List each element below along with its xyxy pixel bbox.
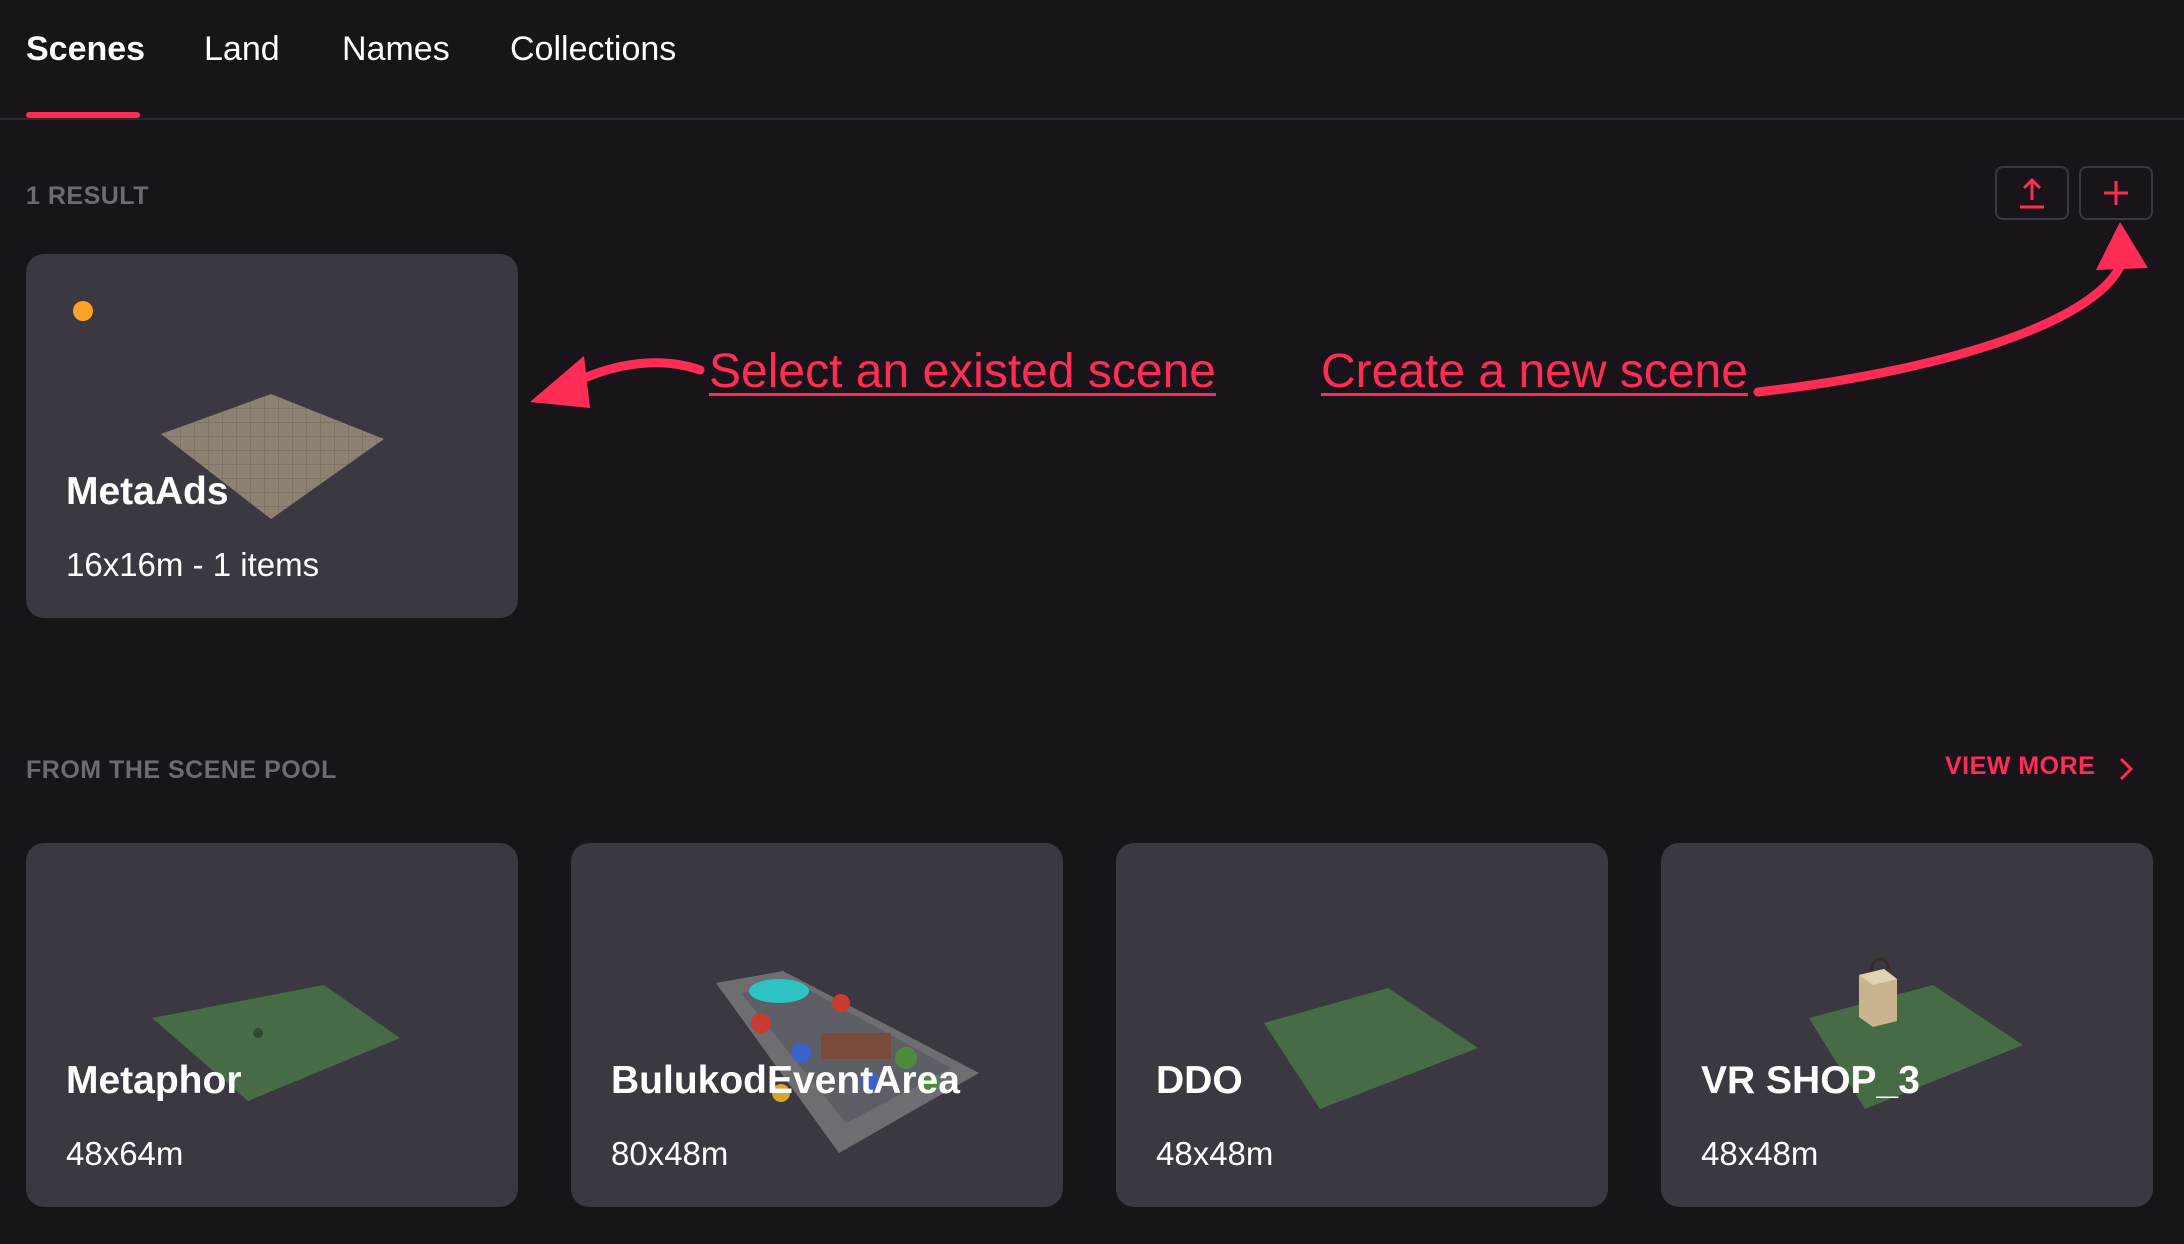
- pool-card-bulukodeventarea[interactable]: BulukodEventArea 80x48m: [571, 843, 1063, 1207]
- active-tab-indicator: [26, 112, 140, 118]
- scene-title: Metaphor: [66, 1059, 242, 1102]
- scene-pool-label: FROM THE SCENE POOL: [26, 756, 337, 784]
- upload-icon: [2020, 177, 2044, 209]
- scene-subtitle: 16x16m - 1 items: [66, 546, 320, 583]
- plus-icon: [2104, 181, 2128, 205]
- tab-scenes[interactable]: Scenes: [26, 30, 145, 69]
- scene-subtitle: 48x48m: [1701, 1135, 1819, 1172]
- arrow-to-card-head: [530, 356, 590, 408]
- scene-title: DDO: [1156, 1059, 1243, 1102]
- tab-collections[interactable]: Collections: [510, 30, 676, 69]
- scene-title: BulukodEventArea: [611, 1059, 960, 1102]
- chevron-right-icon[interactable]: [2118, 756, 2134, 782]
- view-more-link[interactable]: VIEW MORE: [1945, 752, 2095, 781]
- scene-title: MetaAds: [66, 470, 229, 513]
- arrow-to-plus: [1753, 257, 2127, 397]
- annotation-select-scene: Select an existed scene: [709, 345, 1216, 398]
- pool-card-ddo[interactable]: DDO 48x48m: [1116, 843, 1608, 1207]
- scene-card-metaads[interactable]: MetaAds 16x16m - 1 items: [26, 254, 518, 618]
- scene-title: VR SHOP_3: [1701, 1059, 1920, 1102]
- pool-card-metaphor[interactable]: Metaphor 48x64m: [26, 843, 518, 1207]
- tab-bar: Scenes Land Names Collections: [0, 0, 2184, 120]
- pool-card-vr-shop-3[interactable]: VR SHOP_3 48x48m: [1661, 843, 2153, 1207]
- upload-scene-button[interactable]: [1995, 166, 2069, 220]
- tab-land[interactable]: Land: [204, 30, 280, 69]
- result-count: 1 RESULT: [26, 182, 149, 210]
- arrow-to-plus-head: [2096, 222, 2148, 270]
- create-scene-button[interactable]: [2079, 166, 2153, 220]
- annotation-create-scene: Create a new scene: [1321, 345, 1748, 398]
- tab-names[interactable]: Names: [342, 30, 450, 69]
- status-dot: [73, 301, 93, 321]
- scene-subtitle: 48x64m: [66, 1135, 184, 1172]
- scene-subtitle: 48x48m: [1156, 1135, 1274, 1172]
- scene-subtitle: 80x48m: [611, 1135, 729, 1172]
- arrow-to-card: [575, 358, 705, 385]
